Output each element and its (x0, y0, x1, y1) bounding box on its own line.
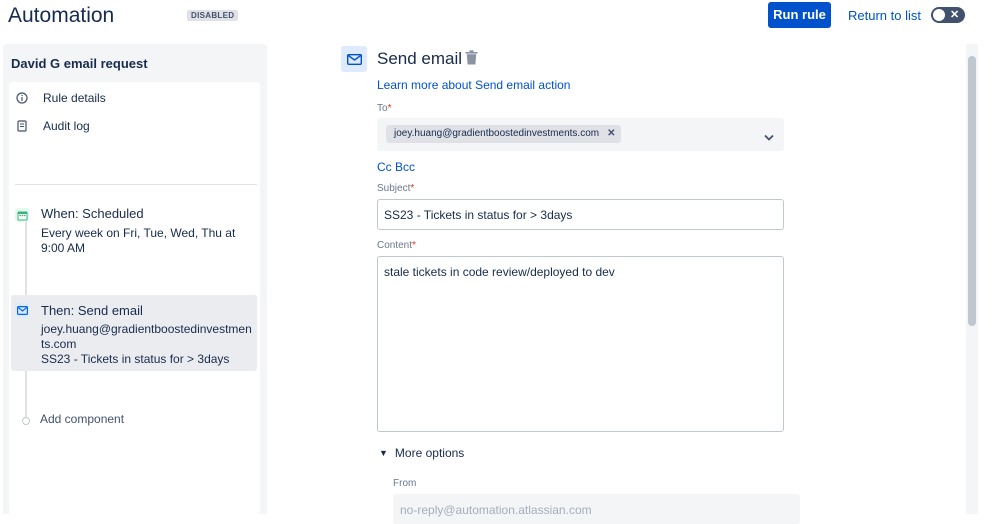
rule-name: David G email request (11, 56, 148, 71)
add-component-link[interactable]: Add component (40, 412, 124, 426)
return-to-list-link[interactable]: Return to list (848, 8, 921, 23)
calendar-icon (15, 208, 29, 222)
trigger-title: When: Scheduled (41, 206, 144, 221)
cc-link[interactable]: Cc (377, 160, 392, 174)
close-icon: ✕ (950, 9, 960, 21)
recipient-chip-label: joey.huang@gradientboostedinvestments.co… (394, 128, 600, 139)
trash-icon[interactable] (465, 50, 478, 70)
chevron-down-icon[interactable] (764, 128, 774, 146)
document-icon (15, 119, 29, 133)
subject-input[interactable]: SS23 - Tickets in status for > 3days (377, 199, 784, 230)
send-email-panel: Send email Learn more about Send email a… (341, 44, 966, 524)
from-label: From (393, 478, 417, 489)
trigger-description: Every week on Fri, Tue, Wed, Thu at 9:00… (41, 226, 236, 255)
subject-label: Subject* (377, 183, 415, 194)
top-bar: Automation DISABLED Run rule Return to l… (0, 0, 999, 38)
action-subject: SS23 - Tickets in status for > 3days (41, 352, 230, 366)
rule-details-link[interactable]: Rule details (15, 88, 106, 108)
audit-log-link[interactable]: Audit log (15, 116, 90, 136)
panel-title: Send email (377, 49, 463, 68)
add-component-dot (22, 417, 30, 425)
status-badge: DISABLED (187, 10, 239, 21)
mail-icon (15, 303, 29, 317)
rule-outline-card: Rule details Audit log When: Scheduled E… (9, 82, 260, 514)
recipient-chip: joey.huang@gradientboostedinvestments.co… (386, 125, 622, 143)
remove-chip-icon[interactable]: ✕ (607, 125, 615, 143)
info-icon (15, 91, 29, 105)
bcc-link[interactable]: Bcc (395, 160, 415, 174)
chevron-down-icon: ▼ (379, 448, 388, 458)
learn-more-link[interactable]: Learn more about Send email action (377, 78, 570, 92)
run-rule-button[interactable]: Run rule (768, 2, 831, 28)
enable-rule-toggle[interactable]: ✕ (931, 7, 965, 23)
page-title: Automation (8, 4, 115, 27)
mail-icon (341, 46, 367, 72)
from-input[interactable]: no-reply@automation.atlassian.com (393, 494, 800, 524)
content-textarea[interactable]: stale tickets in code review/deployed to… (377, 256, 784, 432)
trigger-step[interactable]: When: Scheduled Every week on Fri, Tue, … (11, 200, 257, 266)
more-options-label: More options (394, 446, 465, 460)
divider (15, 184, 257, 185)
rule-sidebar: David G email request Rule details Audit… (3, 44, 267, 514)
toggle-knob (933, 9, 945, 21)
more-options-toggle[interactable]: ▼ More options (379, 446, 464, 460)
action-recipient: joey.huang@gradientboostedinvestments.co… (41, 322, 252, 351)
audit-log-label: Audit log (43, 119, 90, 133)
action-step[interactable]: Then: Send email joey.huang@gradientboos… (11, 295, 257, 371)
to-field[interactable]: joey.huang@gradientboostedinvestments.co… (377, 118, 784, 151)
scrollbar-thumb[interactable] (968, 56, 976, 326)
action-title: Then: Send email (41, 303, 143, 318)
scrollbar[interactable] (966, 44, 978, 514)
to-label: To* (377, 103, 392, 114)
content-label: Content* (377, 240, 416, 251)
rule-details-label: Rule details (43, 91, 106, 105)
